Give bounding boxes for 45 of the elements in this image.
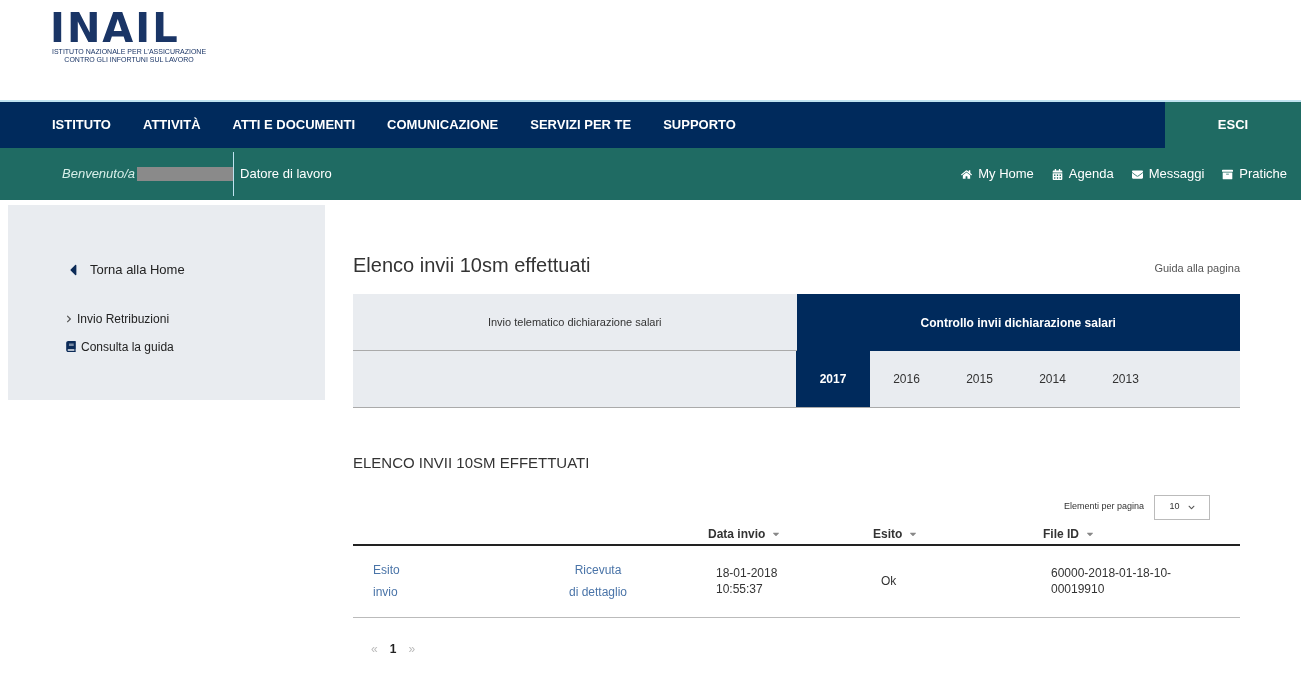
- page-size-label: Elementi per pagina: [1063, 500, 1144, 514]
- home-icon: [961, 168, 973, 180]
- welcome-text: Benvenuto/a: [62, 165, 135, 184]
- sidebar-item[interactable]: Consulta la guida: [66, 337, 325, 356]
- nav-item[interactable]: ATTI E DOCUMENTI: [232, 115, 356, 135]
- tab[interactable]: Controllo invii dichiarazione salari: [796, 294, 1240, 351]
- page-link[interactable]: 1: [389, 639, 397, 658]
- nav-item[interactable]: SERVIZI PER TE: [530, 115, 632, 135]
- row-link[interactable]: Esito invio: [353, 559, 400, 603]
- nav-item[interactable]: SUPPORTO: [663, 115, 736, 135]
- back-link[interactable]: Torna alla Home: [66, 260, 325, 280]
- column-header[interactable]: Data invio: [708, 524, 782, 543]
- book-icon: [66, 341, 76, 352]
- page-size-select[interactable]: 10: [1154, 494, 1210, 520]
- chevron-icon: [66, 314, 72, 323]
- user-link[interactable]: Pratiche: [1222, 164, 1287, 184]
- table-cell-text: Ok: [880, 573, 897, 590]
- table-cell-text: 60000-2018-01-18-10- 00019910: [1050, 565, 1172, 597]
- page-title: Elenco invii 10sm effettuati: [353, 253, 591, 278]
- calendar-icon: [1051, 168, 1063, 180]
- user-link[interactable]: Messaggi: [1131, 164, 1205, 184]
- nav-item[interactable]: ISTITUTO: [52, 115, 111, 135]
- year-tab[interactable]: 2016: [870, 351, 943, 407]
- logout-button[interactable]: ESCI: [1165, 102, 1301, 148]
- table-cell-text: 18-01-2018 10:55:37: [715, 565, 778, 597]
- nav-item[interactable]: COMUNICAZIONE: [387, 115, 499, 135]
- nav-item[interactable]: ATTIVITÀ: [143, 115, 201, 135]
- user-link[interactable]: Agenda: [1051, 164, 1114, 184]
- envelope-icon: [1131, 168, 1143, 180]
- logo-wordmark: INAIL: [50, 8, 180, 48]
- year-tab[interactable]: 2017: [796, 351, 870, 407]
- user-link[interactable]: My Home: [961, 164, 1034, 184]
- year-tab[interactable]: 2015: [943, 351, 1016, 407]
- year-tab[interactable]: 2013: [1089, 351, 1162, 407]
- help-link[interactable]: Guida alla pagina: [1154, 260, 1240, 277]
- column-header[interactable]: Esito: [873, 524, 919, 543]
- archive-icon: [1222, 168, 1234, 180]
- column-header[interactable]: File ID: [1043, 524, 1095, 543]
- row-link[interactable]: Ricevuta di dettaglio: [568, 559, 627, 603]
- sidebar-item[interactable]: Invio Retribuzioni: [66, 309, 325, 328]
- section-title: ELENCO INVII 10SM EFFETTUATI: [353, 453, 591, 473]
- tab[interactable]: Invio telematico dichiarazione salari: [353, 294, 797, 351]
- chevron-down-icon: [1187, 503, 1195, 511]
- user-role: Datore di lavoro: [240, 165, 332, 184]
- year-tab[interactable]: 2014: [1016, 351, 1089, 407]
